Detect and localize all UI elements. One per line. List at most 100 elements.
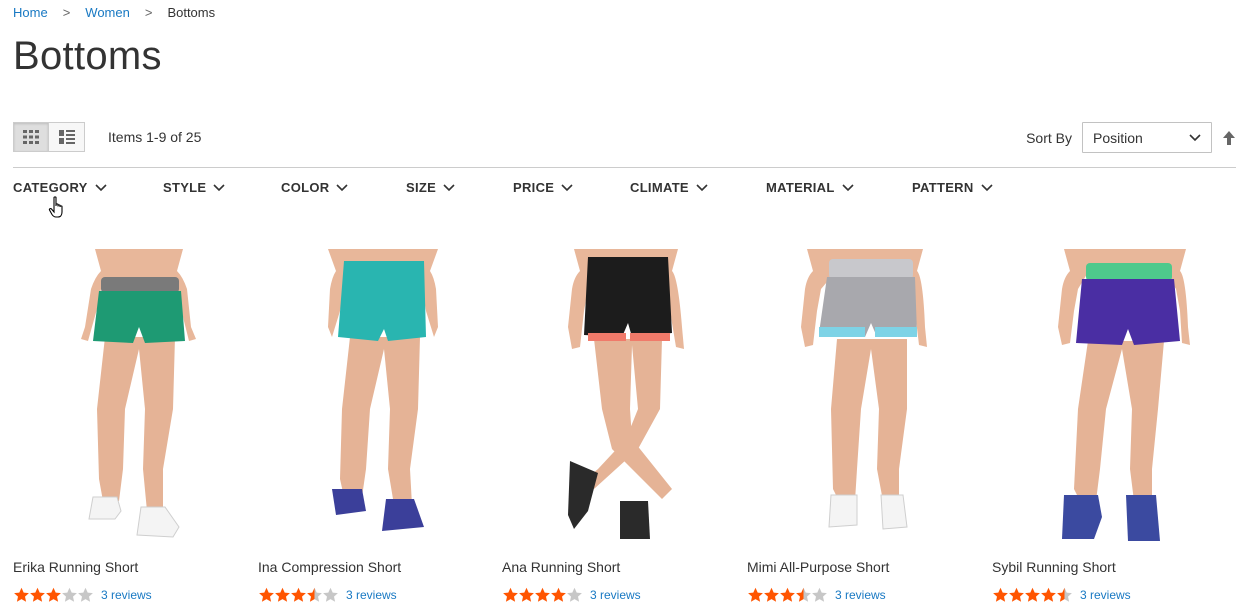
reviews-link[interactable]: 3 reviews <box>346 588 397 602</box>
product-item[interactable]: Ana Running Short 3 reviews <box>502 249 732 602</box>
toolbar: Items 1-9 of 25 Sort By Position <box>13 122 1236 154</box>
product-image[interactable] <box>13 249 243 544</box>
star-icon <box>503 587 518 602</box>
breadcrumb-separator: > <box>144 5 153 20</box>
product-image[interactable] <box>258 249 488 544</box>
star-icon <box>78 587 93 602</box>
breadcrumb-separator: > <box>62 5 71 20</box>
star-icon <box>1041 587 1056 602</box>
star-icon <box>1025 587 1040 602</box>
sort-direction-button[interactable] <box>1222 130 1236 146</box>
filter-category[interactable]: CATEGORY <box>13 180 107 195</box>
product-image[interactable] <box>992 249 1222 544</box>
arrow-up-icon <box>1223 130 1235 145</box>
star-icon <box>535 587 550 602</box>
star-icon <box>993 587 1008 602</box>
hand-cursor-icon <box>48 196 63 218</box>
star-icon <box>748 587 763 602</box>
breadcrumb-women-link[interactable]: Women <box>85 5 130 20</box>
product-rating: 3 reviews <box>502 587 641 603</box>
product-item[interactable]: Ina Compression Short 3 reviews <box>258 249 488 602</box>
reviews-link[interactable]: 3 reviews <box>835 588 886 602</box>
product-item[interactable]: Mimi All-Purpose Short 3 reviews <box>747 249 977 602</box>
filter-climate[interactable]: CLIMATE <box>630 180 708 195</box>
toolbar-divider <box>13 167 1236 168</box>
breadcrumb: Home > Women > Bottoms <box>13 5 215 20</box>
toolbar-amount: Items 1-9 of 25 <box>108 129 202 145</box>
product-item[interactable]: Erika Running Short 3 reviews <box>13 249 243 602</box>
model-figure <box>1058 249 1190 541</box>
filter-label: CATEGORY <box>13 180 88 195</box>
filter-label: MATERIAL <box>766 180 835 195</box>
grid-view-button[interactable] <box>13 122 49 152</box>
breadcrumb-current: Bottoms <box>167 5 216 20</box>
chevron-down-icon <box>95 183 107 191</box>
chevron-down-icon <box>842 183 854 191</box>
star-icon <box>519 587 534 602</box>
sort-by-value: Position <box>1093 129 1143 146</box>
model-figure <box>328 249 438 531</box>
product-rating: 3 reviews <box>13 587 152 603</box>
product-name[interactable]: Ana Running Short <box>502 559 620 575</box>
rating-stars <box>258 587 338 603</box>
list-icon <box>58 130 75 144</box>
filter-label: PRICE <box>513 180 555 195</box>
filter-style[interactable]: STYLE <box>163 180 225 195</box>
star-icon <box>291 587 306 602</box>
model-figure <box>568 249 684 539</box>
rating-stars <box>13 587 93 603</box>
filter-price[interactable]: PRICE <box>513 180 573 195</box>
breadcrumb-home-link[interactable]: Home <box>13 5 48 20</box>
star-icon <box>780 587 795 602</box>
chevron-down-icon <box>213 183 225 191</box>
reviews-link[interactable]: 3 reviews <box>590 588 641 602</box>
product-rating: 3 reviews <box>258 587 397 603</box>
product-item[interactable]: Sybil Running Short 3 reviews <box>992 249 1222 602</box>
product-rating: 3 reviews <box>992 587 1131 603</box>
filter-pattern[interactable]: PATTERN <box>912 180 993 195</box>
chevron-down-icon <box>696 183 708 191</box>
filter-label: CLIMATE <box>630 180 689 195</box>
reviews-link[interactable]: 3 reviews <box>1080 588 1131 602</box>
chevron-down-icon <box>443 183 455 191</box>
star-icon <box>1057 587 1072 602</box>
rating-stars <box>747 587 827 603</box>
product-image[interactable] <box>747 249 977 544</box>
sort-by-label: Sort By <box>1026 129 1072 146</box>
star-icon <box>551 587 566 602</box>
filter-label: STYLE <box>163 180 207 195</box>
star-icon <box>14 587 29 602</box>
star-icon <box>567 587 582 602</box>
chevron-down-icon <box>980 183 993 191</box>
product-name[interactable]: Erika Running Short <box>13 559 138 575</box>
product-image[interactable] <box>502 249 732 544</box>
model-figure <box>801 249 927 530</box>
rating-stars <box>502 587 582 603</box>
star-icon <box>812 587 827 602</box>
product-name[interactable]: Ina Compression Short <box>258 559 401 575</box>
filter-label: PATTERN <box>912 180 974 195</box>
star-icon <box>764 587 779 602</box>
star-icon <box>30 587 45 602</box>
view-mode-switch <box>13 122 85 152</box>
star-icon <box>259 587 274 602</box>
list-view-button[interactable] <box>49 122 85 152</box>
rating-stars <box>992 587 1072 603</box>
star-icon <box>1009 587 1024 602</box>
star-icon <box>307 587 322 602</box>
grid-icon <box>23 130 39 144</box>
reviews-link[interactable]: 3 reviews <box>101 588 152 602</box>
filter-color[interactable]: COLOR <box>281 180 349 195</box>
filter-label: SIZE <box>406 180 437 195</box>
filter-size[interactable]: SIZE <box>406 180 455 195</box>
sort-by-select[interactable]: Position <box>1082 122 1212 153</box>
filter-label: COLOR <box>281 180 330 195</box>
product-name[interactable]: Sybil Running Short <box>992 559 1116 575</box>
product-name[interactable]: Mimi All-Purpose Short <box>747 559 889 575</box>
model-figure <box>81 249 196 538</box>
product-rating: 3 reviews <box>747 587 886 603</box>
star-icon <box>796 587 811 602</box>
filter-material[interactable]: MATERIAL <box>766 180 854 195</box>
page-title: Bottoms <box>13 34 162 78</box>
star-icon <box>62 587 77 602</box>
